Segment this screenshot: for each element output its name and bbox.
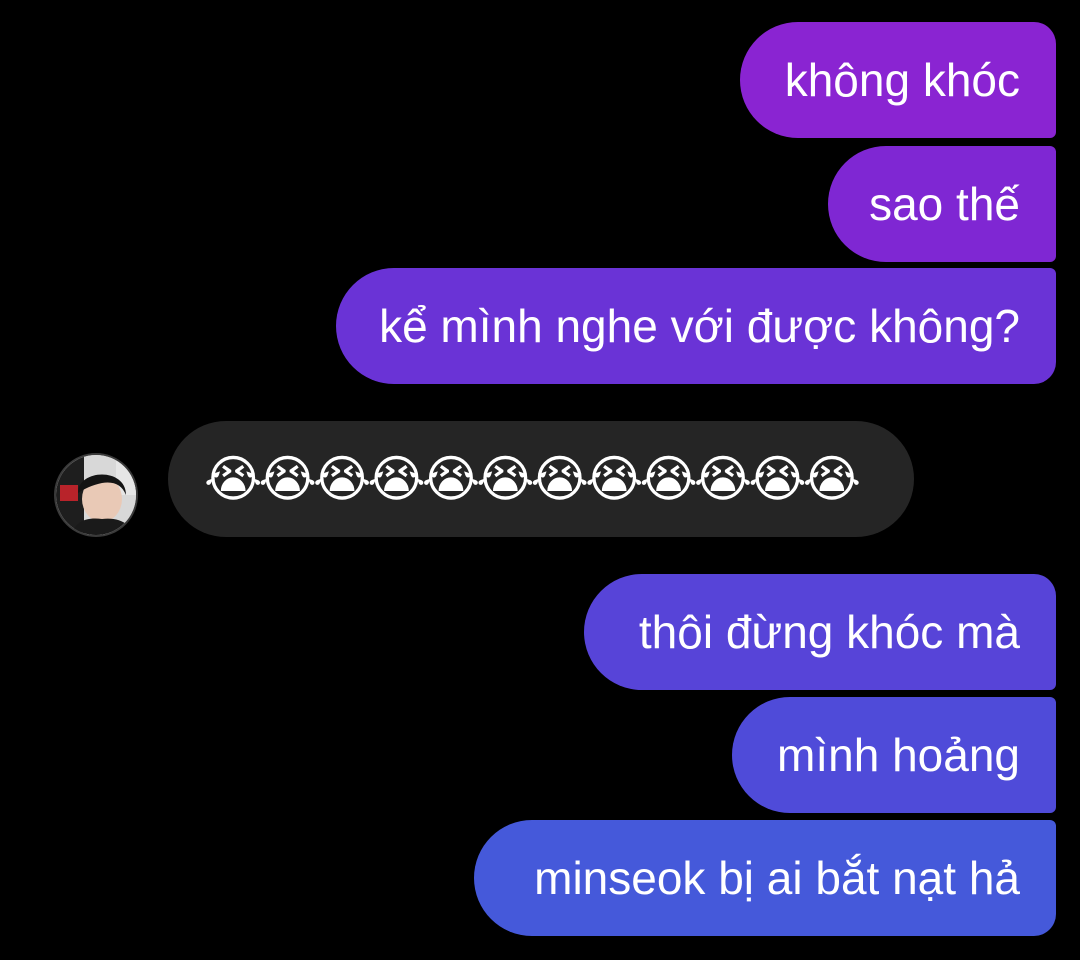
sent-message-bubble[interactable]: kể mình nghe với được không? (336, 268, 1056, 384)
message-text: minseok bị ai bắt nạt hả (534, 852, 1020, 904)
sent-message-bubble[interactable]: sao thế (828, 146, 1056, 262)
sent-message-bubble[interactable]: minseok bị ai bắt nạt hả (474, 820, 1056, 936)
message-text: thôi đừng khóc mà (638, 606, 1020, 658)
message-text: sao thế (869, 178, 1020, 230)
message-text: không khóc (784, 54, 1020, 106)
contact-avatar[interactable] (54, 453, 138, 537)
sent-message-bubble[interactable]: thôi đừng khóc mà (584, 574, 1056, 690)
chat-thread: không khóc sao thế kể mình nghe với được… (0, 0, 1080, 960)
message-text: 😭😭😭😭😭😭😭😭😭😭😭😭 (204, 451, 861, 507)
sent-message-bubble[interactable]: không khóc (740, 22, 1056, 138)
user-avatar-photo-icon (56, 455, 136, 535)
message-text: kể mình nghe với được không? (379, 300, 1020, 352)
sent-message-bubble[interactable]: mình hoảng (732, 697, 1056, 813)
message-text: mình hoảng (777, 729, 1020, 781)
received-message-bubble[interactable]: 😭😭😭😭😭😭😭😭😭😭😭😭 (168, 421, 914, 537)
